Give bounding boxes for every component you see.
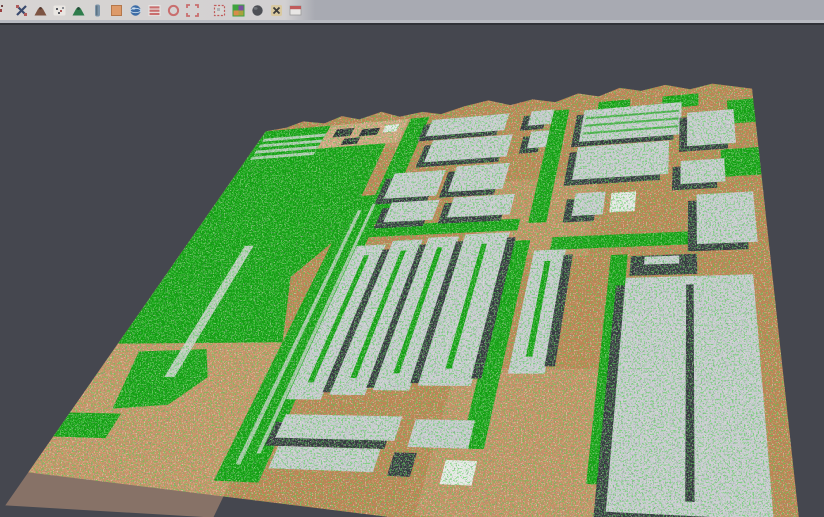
scene-canvas[interactable] — [0, 25, 824, 517]
globe-3d-icon[interactable] — [128, 3, 142, 17]
transform-points-icon[interactable] — [14, 3, 28, 17]
target-circle-icon[interactable] — [166, 3, 180, 17]
main-toolbar — [0, 0, 824, 20]
point-cloud-icon[interactable] — [52, 3, 66, 17]
app-window — [0, 0, 824, 517]
point-speckle-layer — [21, 25, 804, 517]
orange-area-icon[interactable] — [109, 3, 123, 17]
delete-measure-icon[interactable] — [270, 3, 284, 17]
terrain-surface-icon[interactable] — [33, 3, 47, 17]
classification-palette-icon[interactable] — [232, 3, 246, 17]
viewport-3d[interactable] — [0, 25, 824, 517]
zoom-extents-icon[interactable] — [185, 3, 199, 17]
clip-region-icon[interactable] — [213, 3, 227, 17]
profile-view-icon[interactable] — [90, 3, 104, 17]
edit-points-icon[interactable] — [0, 3, 9, 17]
layer-card-icon[interactable] — [289, 3, 303, 17]
render-sphere-icon[interactable] — [251, 3, 265, 17]
vegetation-surface-icon[interactable] — [71, 3, 85, 17]
results-list-icon[interactable] — [147, 3, 161, 17]
